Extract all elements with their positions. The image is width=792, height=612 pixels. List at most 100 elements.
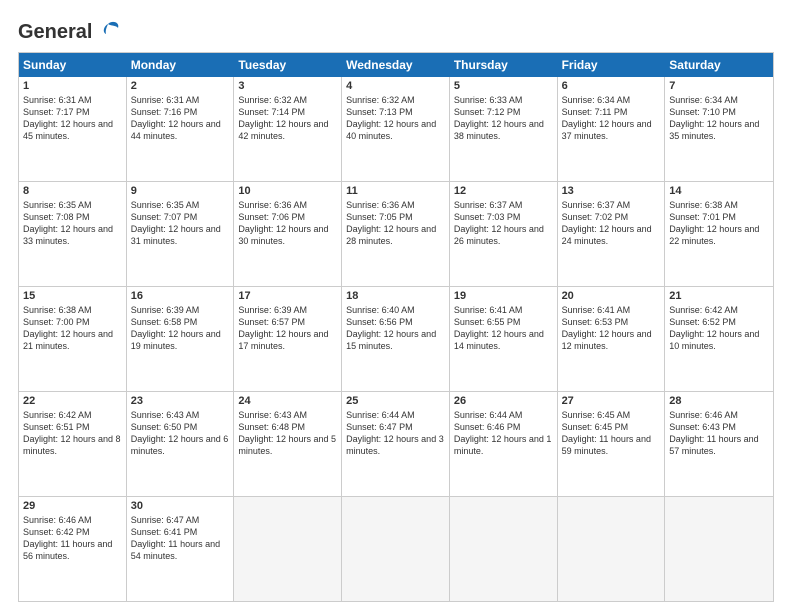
day-number: 5 bbox=[454, 80, 553, 92]
calendar-cell: 23Sunrise: 6:43 AM Sunset: 6:50 PM Dayli… bbox=[127, 392, 235, 496]
day-number: 1 bbox=[23, 80, 122, 92]
calendar-cell: 6Sunrise: 6:34 AM Sunset: 7:11 PM Daylig… bbox=[558, 77, 666, 181]
day-number: 28 bbox=[669, 395, 769, 407]
calendar-cell: 21Sunrise: 6:42 AM Sunset: 6:52 PM Dayli… bbox=[665, 287, 773, 391]
calendar-cell: 13 Sunrise: 6:37 AM Sunset: 7:02 PM Dayli… bbox=[558, 182, 666, 286]
cell-details: Sunrise: 6:36 AM Sunset: 7:06 PM Dayligh… bbox=[238, 199, 337, 248]
calendar-cell: 5 Sunrise: 6:33 AM Sunset: 7:12 PM Daylig… bbox=[450, 77, 558, 181]
calendar-cell: 1 Sunrise: 6:31 AM Sunset: 7:17 PM Daylig… bbox=[19, 77, 127, 181]
calendar-cell: 9 Sunrise: 6:35 AM Sunset: 7:07 PM Daylig… bbox=[127, 182, 235, 286]
day-number: 9 bbox=[131, 185, 230, 197]
cell-details: Sunrise: 6:41 AM Sunset: 6:55 PM Dayligh… bbox=[454, 304, 553, 353]
calendar-cell: 10 Sunrise: 6:36 AM Sunset: 7:06 PM Dayli… bbox=[234, 182, 342, 286]
cell-details: Sunrise: 6:31 AM Sunset: 7:17 PM Dayligh… bbox=[23, 94, 122, 143]
cell-details: Sunrise: 6:46 AM Sunset: 6:43 PM Dayligh… bbox=[669, 409, 769, 458]
cell-details: Sunrise: 6:34 AM Sunset: 7:11 PM Dayligh… bbox=[562, 94, 661, 143]
day-number: 29 bbox=[23, 500, 122, 512]
logo-bird-icon bbox=[94, 18, 122, 46]
day-number: 13 bbox=[562, 185, 661, 197]
calendar-week-5: 29 Sunrise: 6:46 AM Sunset: 6:42 PM Dayli… bbox=[19, 497, 773, 601]
day-number: 30 bbox=[131, 500, 230, 512]
calendar-cell: 17 Sunrise: 6:39 AM Sunset: 6:57 PM Dayli… bbox=[234, 287, 342, 391]
calendar-cell: 20 Sunrise: 6:41 AM Sunset: 6:53 PM Dayli… bbox=[558, 287, 666, 391]
calendar-cell: 18Sunrise: 6:40 AM Sunset: 6:56 PM Dayli… bbox=[342, 287, 450, 391]
day-number: 19 bbox=[454, 290, 553, 302]
calendar-cell: 25 Sunrise: 6:44 AM Sunset: 6:47 PM Dayli… bbox=[342, 392, 450, 496]
calendar-week-1: 1 Sunrise: 6:31 AM Sunset: 7:17 PM Daylig… bbox=[19, 77, 773, 182]
cell-details: Sunrise: 6:43 AM Sunset: 6:48 PM Dayligh… bbox=[238, 409, 337, 458]
cell-details: Sunrise: 6:36 AM Sunset: 7:05 PM Dayligh… bbox=[346, 199, 445, 248]
cell-details: Sunrise: 6:37 AM Sunset: 7:03 PM Dayligh… bbox=[454, 199, 553, 248]
day-number: 3 bbox=[238, 80, 337, 92]
calendar-cell: 3Sunrise: 6:32 AM Sunset: 7:14 PM Daylig… bbox=[234, 77, 342, 181]
day-number: 16 bbox=[131, 290, 230, 302]
calendar-cell bbox=[450, 497, 558, 601]
day-number: 12 bbox=[454, 185, 553, 197]
day-number: 17 bbox=[238, 290, 337, 302]
calendar-cell: 24 Sunrise: 6:43 AM Sunset: 6:48 PM Dayli… bbox=[234, 392, 342, 496]
day-number: 7 bbox=[669, 80, 769, 92]
cell-details: Sunrise: 6:39 AM Sunset: 6:58 PM Dayligh… bbox=[131, 304, 230, 353]
calendar-cell: 29 Sunrise: 6:46 AM Sunset: 6:42 PM Dayli… bbox=[19, 497, 127, 601]
day-number: 10 bbox=[238, 185, 337, 197]
calendar-cell: 4 Sunrise: 6:32 AM Sunset: 7:13 PM Daylig… bbox=[342, 77, 450, 181]
header: General bbox=[18, 18, 774, 42]
weekday-header-friday: Friday bbox=[558, 53, 666, 77]
day-number: 2 bbox=[131, 80, 230, 92]
day-number: 22 bbox=[23, 395, 122, 407]
cell-details: Sunrise: 6:33 AM Sunset: 7:12 PM Dayligh… bbox=[454, 94, 553, 143]
calendar-cell: 22 Sunrise: 6:42 AM Sunset: 6:51 PM Dayli… bbox=[19, 392, 127, 496]
calendar-cell: 8Sunrise: 6:35 AM Sunset: 7:08 PM Daylig… bbox=[19, 182, 127, 286]
calendar-cell: 27 Sunrise: 6:45 AM Sunset: 6:45 PM Dayli… bbox=[558, 392, 666, 496]
cell-details: Sunrise: 6:31 AM Sunset: 7:16 PM Dayligh… bbox=[131, 94, 230, 143]
day-number: 4 bbox=[346, 80, 445, 92]
calendar-cell: 14Sunrise: 6:38 AM Sunset: 7:01 PM Dayli… bbox=[665, 182, 773, 286]
calendar-cell bbox=[234, 497, 342, 601]
weekday-header-tuesday: Tuesday bbox=[234, 53, 342, 77]
day-number: 23 bbox=[131, 395, 230, 407]
day-number: 14 bbox=[669, 185, 769, 197]
cell-details: Sunrise: 6:41 AM Sunset: 6:53 PM Dayligh… bbox=[562, 304, 661, 353]
day-number: 27 bbox=[562, 395, 661, 407]
day-number: 18 bbox=[346, 290, 445, 302]
weekday-header-monday: Monday bbox=[127, 53, 235, 77]
cell-details: Sunrise: 6:35 AM Sunset: 7:07 PM Dayligh… bbox=[131, 199, 230, 248]
page: General SundayMondayTuesdayWednesdayThur… bbox=[0, 0, 792, 612]
logo-general: General bbox=[18, 21, 92, 44]
cell-details: Sunrise: 6:34 AM Sunset: 7:10 PM Dayligh… bbox=[669, 94, 769, 143]
day-number: 24 bbox=[238, 395, 337, 407]
weekday-header-wednesday: Wednesday bbox=[342, 53, 450, 77]
cell-details: Sunrise: 6:39 AM Sunset: 6:57 PM Dayligh… bbox=[238, 304, 337, 353]
calendar-cell: 12 Sunrise: 6:37 AM Sunset: 7:03 PM Dayli… bbox=[450, 182, 558, 286]
calendar-cell: 7 Sunrise: 6:34 AM Sunset: 7:10 PM Daylig… bbox=[665, 77, 773, 181]
cell-details: Sunrise: 6:45 AM Sunset: 6:45 PM Dayligh… bbox=[562, 409, 661, 458]
calendar-cell bbox=[342, 497, 450, 601]
cell-details: Sunrise: 6:42 AM Sunset: 6:52 PM Dayligh… bbox=[669, 304, 769, 353]
weekday-header-thursday: Thursday bbox=[450, 53, 558, 77]
calendar-cell: 19 Sunrise: 6:41 AM Sunset: 6:55 PM Dayli… bbox=[450, 287, 558, 391]
calendar-cell: 2 Sunrise: 6:31 AM Sunset: 7:16 PM Daylig… bbox=[127, 77, 235, 181]
cell-details: Sunrise: 6:44 AM Sunset: 6:47 PM Dayligh… bbox=[346, 409, 445, 458]
day-number: 15 bbox=[23, 290, 122, 302]
calendar-header: SundayMondayTuesdayWednesdayThursdayFrid… bbox=[19, 53, 773, 77]
calendar-body: 1 Sunrise: 6:31 AM Sunset: 7:17 PM Daylig… bbox=[19, 77, 773, 601]
cell-details: Sunrise: 6:47 AM Sunset: 6:41 PM Dayligh… bbox=[131, 514, 230, 563]
calendar-cell: 28 Sunrise: 6:46 AM Sunset: 6:43 PM Dayli… bbox=[665, 392, 773, 496]
cell-details: Sunrise: 6:32 AM Sunset: 7:13 PM Dayligh… bbox=[346, 94, 445, 143]
day-number: 8 bbox=[23, 185, 122, 197]
logo: General bbox=[18, 18, 122, 42]
cell-details: Sunrise: 6:37 AM Sunset: 7:02 PM Dayligh… bbox=[562, 199, 661, 248]
cell-details: Sunrise: 6:42 AM Sunset: 6:51 PM Dayligh… bbox=[23, 409, 122, 458]
calendar-cell bbox=[665, 497, 773, 601]
day-number: 20 bbox=[562, 290, 661, 302]
calendar-week-4: 22 Sunrise: 6:42 AM Sunset: 6:51 PM Dayli… bbox=[19, 392, 773, 497]
calendar-cell: 26 Sunrise: 6:44 AM Sunset: 6:46 PM Dayli… bbox=[450, 392, 558, 496]
calendar-cell: 30 Sunrise: 6:47 AM Sunset: 6:41 PM Dayli… bbox=[127, 497, 235, 601]
cell-details: Sunrise: 6:46 AM Sunset: 6:42 PM Dayligh… bbox=[23, 514, 122, 563]
calendar-week-3: 15Sunrise: 6:38 AM Sunset: 7:00 PM Dayli… bbox=[19, 287, 773, 392]
day-number: 25 bbox=[346, 395, 445, 407]
day-number: 26 bbox=[454, 395, 553, 407]
cell-details: Sunrise: 6:44 AM Sunset: 6:46 PM Dayligh… bbox=[454, 409, 553, 458]
calendar-cell: 15Sunrise: 6:38 AM Sunset: 7:00 PM Dayli… bbox=[19, 287, 127, 391]
day-number: 11 bbox=[346, 185, 445, 197]
